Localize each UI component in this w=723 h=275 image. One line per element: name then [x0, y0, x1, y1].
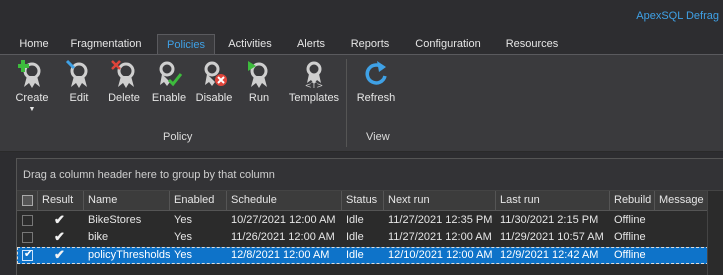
select-all-header[interactable] — [17, 191, 38, 211]
cell-name: bike — [88, 231, 109, 243]
group-by-panel[interactable]: Drag a column header here to group by th… — [17, 159, 723, 191]
row-checkbox[interactable] — [22, 232, 33, 243]
title-bar: ApexSQL Defrag — [0, 0, 723, 34]
column-header-status[interactable]: Status — [342, 191, 384, 211]
cell-last-run: 11/30/2021 2:15 PM — [500, 214, 599, 226]
cell-next-run: 11/27/2021 12:35 PM — [388, 214, 493, 226]
enable-policy-icon — [159, 61, 183, 87]
chevron-down-icon: ▼ — [28, 106, 36, 113]
cell-name: BikeStores — [88, 214, 142, 226]
checkbox-check-icon: ✔ — [23, 248, 34, 260]
grid-header: Result Name Enabled Schedule Status Next… — [17, 191, 723, 211]
cell-schedule: 10/27/2021 12:00 AM — [231, 214, 336, 226]
create-button[interactable]: Create ▼ — [10, 59, 54, 127]
edit-label: Edit — [69, 92, 89, 104]
disable-policy-icon — [204, 61, 227, 86]
row-checkbox[interactable] — [22, 215, 33, 226]
tab-home[interactable]: Home — [12, 34, 56, 55]
view-group-label: View — [366, 131, 390, 143]
refresh-button[interactable]: Refresh — [354, 59, 398, 127]
policies-grid: Drag a column header here to group by th… — [16, 158, 723, 275]
svg-text:<T>: <T> — [305, 81, 323, 89]
disable-label: Disable — [195, 92, 233, 104]
delete-button[interactable]: Delete — [104, 59, 144, 127]
result-check-icon: ✔ — [54, 229, 65, 244]
row-checkbox-checked[interactable]: ✔ — [22, 248, 34, 261]
templates-icon: <T> — [305, 61, 323, 89]
run-policy-icon — [248, 61, 268, 88]
policy-group-label: Policy — [163, 131, 193, 143]
cell-name: policyThresholds — [88, 249, 170, 261]
table-row-selected[interactable]: ✔ ✔ policyThresholds Yes 12/8/2021 12:00… — [17, 247, 723, 264]
cell-status: Idle — [346, 231, 364, 243]
enable-button[interactable]: Enable — [150, 59, 188, 127]
cell-status: Idle — [346, 214, 364, 226]
tab-resources[interactable]: Resources — [500, 34, 564, 55]
ribbon: Create ▼ Edit Delete Enable Disable Run … — [0, 54, 723, 152]
ribbon-group-divider — [346, 59, 347, 147]
delete-policy-icon — [111, 60, 135, 88]
refresh-icon — [365, 61, 387, 85]
templates-label: Templates — [288, 92, 340, 104]
result-check-icon: ✔ — [54, 247, 65, 262]
create-policy-icon — [18, 60, 41, 88]
column-header-rebuild[interactable]: Rebuild — [610, 191, 655, 211]
run-button[interactable]: Run — [242, 59, 276, 127]
cell-enabled: Yes — [174, 214, 192, 226]
cell-last-run: 12/9/2021 12:42 AM — [500, 249, 599, 261]
disable-button[interactable]: Disable — [194, 59, 234, 127]
column-header-name[interactable]: Name — [84, 191, 170, 211]
cell-enabled: Yes — [174, 231, 192, 243]
delete-label: Delete — [108, 92, 140, 104]
templates-button[interactable]: <T> Templates — [286, 59, 342, 127]
result-check-icon: ✔ — [54, 212, 65, 227]
tab-reports[interactable]: Reports — [345, 34, 395, 55]
column-header-next-run[interactable]: Next run — [384, 191, 496, 211]
tab-alerts[interactable]: Alerts — [290, 34, 332, 55]
create-label: Create — [15, 92, 49, 104]
table-row[interactable]: ✔ bike Yes 11/26/2021 12:00 AM Idle 11/2… — [17, 229, 723, 246]
cell-last-run: 11/29/2021 10:57 AM — [500, 231, 604, 243]
cell-rebuild: Offline — [614, 249, 646, 261]
app-title: ApexSQL Defrag — [636, 10, 719, 22]
vertical-scrollbar[interactable] — [707, 191, 723, 275]
run-label: Run — [248, 92, 270, 104]
tab-fragmentation[interactable]: Fragmentation — [64, 34, 148, 55]
cell-status: Idle — [346, 249, 364, 261]
edit-button[interactable]: Edit — [62, 59, 96, 127]
column-header-schedule[interactable]: Schedule — [227, 191, 342, 211]
enable-label: Enable — [151, 92, 187, 104]
column-header-last-run[interactable]: Last run — [496, 191, 610, 211]
tab-configuration[interactable]: Configuration — [408, 34, 488, 55]
cell-next-run: 12/10/2021 12:00 AM — [388, 249, 493, 261]
column-header-result[interactable]: Result — [38, 191, 84, 211]
ribbon-tabs: Home Fragmentation Policies Activities A… — [0, 34, 723, 55]
cell-next-run: 11/27/2021 12:00 AM — [388, 231, 492, 243]
refresh-label: Refresh — [356, 92, 396, 104]
select-all-checkbox[interactable] — [22, 195, 33, 206]
cell-schedule: 12/8/2021 12:00 AM — [231, 249, 330, 261]
tab-activities[interactable]: Activities — [222, 34, 278, 55]
edit-policy-icon — [65, 59, 88, 88]
cell-enabled: Yes — [174, 249, 192, 261]
tab-policies[interactable]: Policies — [157, 34, 215, 55]
column-header-enabled[interactable]: Enabled — [170, 191, 227, 211]
cell-rebuild: Offline — [614, 214, 646, 226]
cell-schedule: 11/26/2021 12:00 AM — [231, 231, 335, 243]
group-by-hint: Drag a column header here to group by th… — [23, 169, 275, 181]
table-row[interactable]: ✔ BikeStores Yes 10/27/2021 12:00 AM Idl… — [17, 212, 723, 229]
cell-rebuild: Offline — [614, 231, 646, 243]
